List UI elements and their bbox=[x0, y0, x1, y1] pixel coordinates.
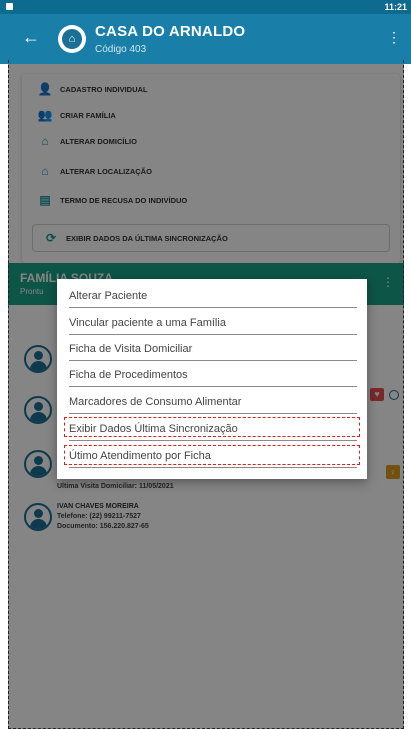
status-bar: 11:21 bbox=[0, 0, 411, 14]
highlight-box bbox=[64, 417, 360, 437]
kebab-icon[interactable]: ⋮ bbox=[382, 275, 394, 289]
heart-icon: ♥ bbox=[370, 388, 384, 401]
action-label: EXIBIR DADOS DA ÚLTIMA SINCRONIZAÇÃO bbox=[66, 233, 228, 243]
action-label: TERMO DE RECUSA DO INDIVÍDUO bbox=[60, 195, 188, 205]
pregnancy-icon: ♀ bbox=[386, 465, 400, 479]
actions-card: 👤 CADASTRO INDIVIDUAL 👥 CRIAR FAMÍLIA ⌂ … bbox=[22, 74, 400, 264]
page-title: CASA DO ARNALDO bbox=[95, 23, 246, 40]
family-add-icon: 👥 bbox=[37, 108, 53, 122]
person-add-icon: 👤 bbox=[37, 82, 53, 96]
member-name[interactable]: IVAN CHAVES MOREIRA bbox=[57, 503, 139, 510]
house-icon: ⌂ bbox=[58, 25, 86, 53]
action-label: CRIAR FAMÍLIA bbox=[60, 110, 116, 120]
avatar[interactable] bbox=[24, 503, 52, 531]
menu-item-alterar-paciente[interactable]: Alterar Paciente bbox=[69, 284, 357, 308]
family-subtitle: Prontu bbox=[20, 287, 44, 296]
avatar[interactable] bbox=[24, 450, 52, 478]
circle-icon bbox=[389, 390, 399, 400]
action-criar-familia[interactable]: 👥 CRIAR FAMÍLIA bbox=[36, 104, 116, 126]
sync-icon: ⟳ bbox=[45, 231, 57, 245]
action-exibir-sincronizacao[interactable]: ⟳ EXIBIR DADOS DA ÚLTIMA SINCRONIZAÇÃO bbox=[42, 227, 228, 249]
action-termo-recusa[interactable]: ▤ TERMO DE RECUSA DO INDIVÍDUO bbox=[36, 189, 187, 211]
avatar[interactable] bbox=[24, 396, 52, 424]
notification-icon bbox=[6, 3, 13, 10]
menu-item-consumo-alimentar[interactable]: Marcadores de Consumo Alimentar bbox=[69, 390, 357, 414]
member-last-visit: Ultima Visita Domiciliar: 11/05/2021 bbox=[57, 483, 174, 490]
highlight-box bbox=[64, 445, 360, 465]
document-refuse-icon: ▤ bbox=[39, 193, 51, 207]
action-label: ALTERAR LOCALIZAÇÃO bbox=[60, 166, 152, 176]
action-alterar-domicilio[interactable]: ⌂ ALTERAR DOMICÍLIO bbox=[36, 130, 137, 152]
status-time: 11:21 bbox=[384, 2, 407, 12]
app-bar: ← ⌂ CASA DO ARNALDO Código 403 ⋮ bbox=[0, 14, 411, 64]
house-location-icon: ⌂ bbox=[41, 164, 49, 178]
action-label: ALTERAR DOMICÍLIO bbox=[60, 136, 137, 146]
member-document: Documento: 156.220.827-65 bbox=[57, 523, 149, 530]
menu-item-vincular-familia[interactable]: Vincular paciente a uma Família bbox=[69, 311, 357, 335]
page-subtitle: Código 403 bbox=[95, 44, 147, 55]
kebab-icon[interactable]: ⋮ bbox=[387, 29, 401, 46]
menu-item-ficha-procedimentos[interactable]: Ficha de Procedimentos bbox=[69, 363, 357, 387]
house-edit-icon: ⌂ bbox=[41, 134, 49, 148]
action-alterar-localizacao[interactable]: ⌂ ALTERAR LOCALIZAÇÃO bbox=[36, 160, 152, 182]
action-label: CADASTRO INDIVIDUAL bbox=[60, 84, 148, 94]
member-phone: Telefone: (22) 99211-7527 bbox=[57, 513, 141, 520]
avatar[interactable] bbox=[24, 345, 52, 373]
menu-item-ficha-visita[interactable]: Ficha de Visita Domiciliar bbox=[69, 337, 357, 361]
arrow-left-icon[interactable]: ← bbox=[22, 28, 40, 46]
action-cadastro-individual[interactable]: 👤 CADASTRO INDIVIDUAL bbox=[36, 78, 148, 100]
